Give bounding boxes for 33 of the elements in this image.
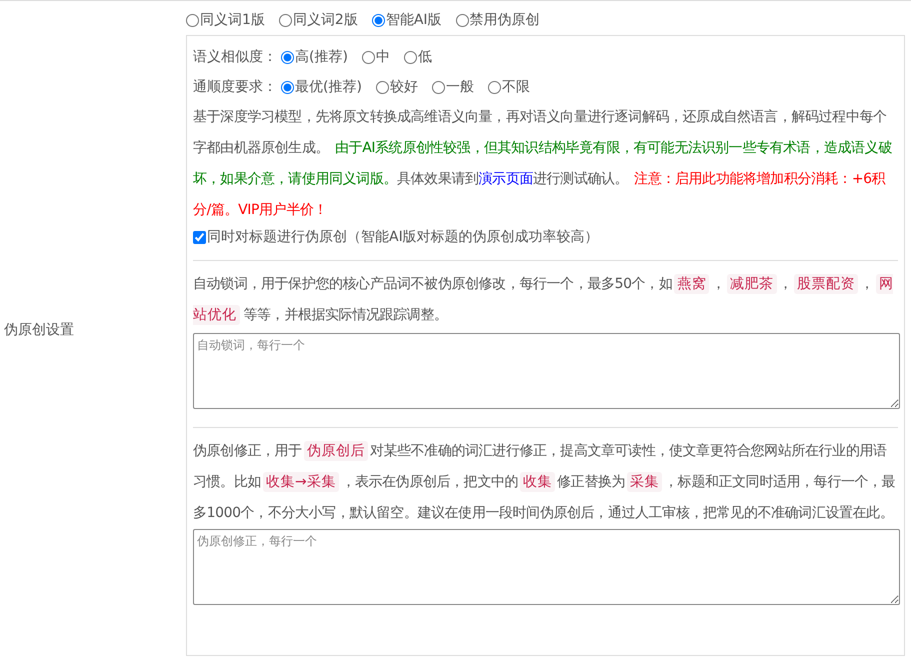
field-label: 语义相似度： bbox=[193, 48, 277, 66]
option-label[interactable]: 智能AI版 bbox=[386, 11, 442, 29]
checkbox-label[interactable]: 同时对标题进行伪原创（智能AI版对标题的伪原创成功率较高） bbox=[207, 228, 599, 246]
corrections-field[interactable]: 伪原创修正，每行一个 bbox=[193, 529, 900, 605]
radio-button[interactable] bbox=[278, 14, 292, 26]
radio-button[interactable] bbox=[186, 14, 199, 26]
option-label[interactable]: 同义词1版 bbox=[200, 11, 265, 29]
option-label[interactable]: 不限 bbox=[502, 78, 530, 96]
option-label[interactable]: 一般 bbox=[446, 78, 474, 96]
radio-button[interactable] bbox=[456, 14, 469, 26]
radio-button[interactable] bbox=[488, 80, 501, 94]
option-label[interactable]: 禁用伪原创 bbox=[470, 11, 540, 29]
checkbox[interactable] bbox=[193, 230, 206, 244]
option-label[interactable]: 较好 bbox=[390, 78, 418, 96]
option-label[interactable]: 中 bbox=[376, 48, 390, 66]
radio-button[interactable] bbox=[376, 80, 389, 94]
section-label: 伪原创设置 bbox=[3, 320, 75, 338]
description-text: 基于深度学习模型，先将原文转换成高维语义向量，再对语义向量进行逐词解码，还原成自然语言，解码过程中每个字都由机器原创生成。 由于AI系统原创性较强，但其知识结构毕竟有限，有可能无法识别一些专有术语，造成语义破坏，如果介意，请使用同义词版。具体效果请到演示页面进行测试确认。 注意：启用此功能将增加积分消耗：+6积分/篇。VIP用户半价！ bbox=[193, 108, 893, 220]
option-label[interactable]: 高(推荐) bbox=[295, 48, 348, 66]
option-label[interactable]: 低 bbox=[418, 48, 432, 66]
demo-link[interactable]: 演示页面 bbox=[478, 171, 534, 187]
option-label[interactable]: 最优(推荐) bbox=[295, 78, 362, 96]
radio-button[interactable] bbox=[281, 50, 294, 64]
option-label[interactable]: 同义词2版 bbox=[292, 11, 358, 29]
radio-button[interactable] bbox=[372, 14, 385, 26]
radio-button[interactable] bbox=[404, 50, 417, 64]
lock-words-field[interactable]: 自动锁词，每行一个 bbox=[193, 333, 900, 409]
radio-button[interactable] bbox=[362, 50, 375, 64]
corrections-text: 伪原创修正，用于 伪原创后 对某些不准确的词汇进行修正，提高文章可读性，使文章更符合您网站所在行业的用语习惯。比如 收集→采集 ，表示在伪原创后，把文中的 收集 修正替换为 采集 ，标题和正文同时适用，每行一个，最多1000个，不分大小写，默认留空。建议在使用一段时间伪原创后，通过人工审核，把常见的不准确词汇设置在此。 bbox=[193, 440, 896, 523]
radio-button[interactable] bbox=[281, 80, 294, 94]
radio-button[interactable] bbox=[432, 80, 445, 94]
field-label: 通顺度要求： bbox=[193, 78, 277, 96]
lock-words-text: 自动锁词，用于保护您的核心产品词不被伪原创修改，每行一个，最多50个，如 燕窝 ， 减肥茶 ， 股票配资 ， 网站优化 等等，并根据实际情况跟踪调整。 bbox=[193, 273, 894, 327]
